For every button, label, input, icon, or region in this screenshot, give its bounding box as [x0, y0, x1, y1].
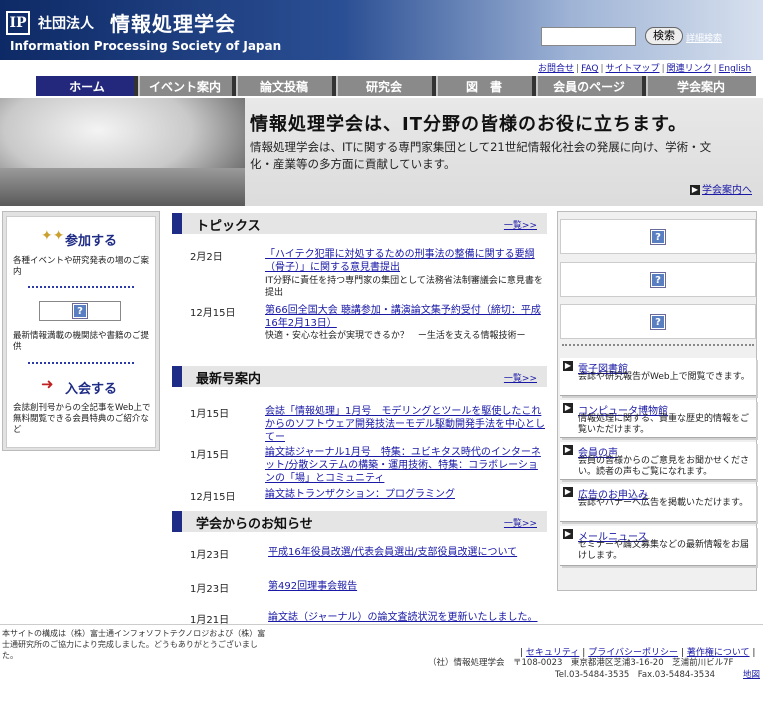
broken-image-icon: ?	[650, 229, 666, 245]
about-link-text[interactable]: 学会案内へ	[702, 185, 752, 196]
topics-header: トピックス 一覧>>	[172, 213, 547, 234]
news-link[interactable]: 平成16年役員改選/代表会員選出/支部役員改選について	[268, 546, 548, 559]
utility-links: お問合せ | FAQ | サイトマップ | 関連リンク | English	[538, 64, 752, 74]
nav-books[interactable]: 図 書	[432, 76, 532, 96]
issue-date: 1月15日	[190, 450, 230, 461]
news-link[interactable]: 論文誌（ジャーナル）の論文査読状況を更新いたしました。	[268, 611, 548, 624]
topic-link[interactable]: 「ハイテク犯罪に対処するための刑事法の整備に関する要綱（骨子）」に関する意見書提…	[265, 248, 545, 274]
latest-issues-all-link[interactable]: 一覧>>	[504, 371, 537, 384]
issue-date: 1月15日	[190, 409, 230, 420]
arrow-icon: ▶	[563, 487, 573, 497]
util-link-sitemap[interactable]: サイトマップ	[606, 64, 660, 74]
publications-description: 最新情報満載の機関誌や書籍のご提供	[13, 331, 150, 352]
right-item-mail-news[interactable]: ▶ メールニュース セミナーや論文募集などの最新情報をお届けします。	[560, 526, 756, 566]
issue-link[interactable]: 会誌「情報処理」1月号 モデリングとツールを駆使したこれからのソフトウェア開発技…	[265, 405, 545, 444]
footer-map-link[interactable]: 地図	[743, 668, 760, 680]
nav-members[interactable]: 会員のページ	[532, 76, 642, 96]
util-link-english[interactable]: English	[719, 64, 752, 74]
right-item-description: 会誌や研究報告がWeb上で閲覧できます。	[578, 372, 750, 382]
arrow-icon: ▶	[563, 445, 573, 455]
divider	[562, 344, 754, 346]
topic-date: 2月2日	[190, 252, 223, 263]
divider	[28, 286, 134, 288]
arrow-icon: ▶	[690, 185, 700, 195]
membership-description: 会誌創刊号からの全記事をWeb上で無料閲覧できる会員特典のご紹介など	[13, 403, 151, 435]
arrow-icon: ▶	[563, 403, 573, 413]
left-banner-image[interactable]: ?	[39, 301, 121, 321]
issue-link[interactable]: 論文誌ジャーナル1月号 特集：ユビキタス時代のインターネット/分散システムの構築…	[265, 446, 545, 485]
nav-events[interactable]: イベント案内	[134, 76, 232, 96]
topic-summary: IT分野に責任を持つ専門家の集団として法務省法制審議会に意見書を提出	[265, 276, 543, 298]
latest-issues-title: 最新号案内	[196, 372, 262, 387]
topics-all-link[interactable]: 一覧>>	[504, 218, 537, 231]
topic-summary: 快適・安心な社会が実現できるか？ ー生活を支える情報技術ー	[265, 331, 526, 341]
footer-credit: 本サイトの構成は（株）富士通インフォソフトテクノロジおよび（株）富士通研究所のご…	[2, 629, 266, 660]
right-banner-image[interactable]: ?	[560, 262, 756, 297]
footer-phone: Tel.03-5484-3535 Fax.03-5484-3534	[555, 670, 716, 680]
broken-image-icon: ?	[650, 314, 666, 330]
news-date: 1月23日	[190, 550, 230, 561]
broken-image-icon: ?	[650, 272, 666, 288]
membership-icon: ➜	[41, 375, 54, 393]
hero-title: 情報処理学会は、IT分野の皆様のお役に立ちます。	[250, 114, 688, 135]
news-all-link[interactable]: 一覧>>	[504, 516, 537, 529]
org-name-en: Information Processing Society of Japan	[10, 39, 282, 53]
join-title[interactable]: 参加する	[65, 230, 117, 249]
hero-sea-image	[0, 168, 245, 206]
news-header: 学会からのお知らせ 一覧>>	[172, 511, 547, 532]
right-item-description: 情報処理に関する、貴重な歴史的情報をご覧いただけます。	[578, 414, 750, 435]
footer-address: （社）情報処理学会 〒108-0023 東京都港区芝浦3-16-20 芝浦前川ビ…	[428, 658, 734, 668]
search-button[interactable]: 検索	[645, 27, 683, 45]
right-item-member-voice[interactable]: ▶ 会員の声 会員の皆様からのご意見をお聞かせください。読者の声もご覧になれます…	[560, 442, 756, 480]
right-banner-image[interactable]: ?	[560, 219, 756, 254]
hero-description: 情報処理学会は、ITに関する専門家集団として21世紀情報化社会の発展に向け、学術…	[250, 140, 712, 171]
nav-submission[interactable]: 論文投稿	[232, 76, 332, 96]
util-link-faq[interactable]: FAQ	[581, 64, 598, 74]
topic-date: 12月15日	[190, 308, 236, 319]
nav-home[interactable]: ホーム	[36, 76, 134, 96]
issue-date: 12月15日	[190, 492, 236, 503]
right-item-digital-library[interactable]: ▶ 電子図書館 会誌や研究報告がWeb上で閲覧できます。	[560, 358, 756, 396]
nav-about[interactable]: 学会案内	[642, 76, 756, 96]
news-date: 1月23日	[190, 584, 230, 595]
org-type: 社団法人	[38, 16, 94, 32]
right-item-advertising[interactable]: ▶ 広告のお申込み 会誌やバナーへ広告を掲載いただけます。	[560, 484, 756, 522]
about-link[interactable]: ▶ 学会案内へ	[690, 181, 752, 196]
advanced-search-link[interactable]: 詳細検索	[686, 31, 722, 44]
latest-issues-header: 最新号案内 一覧>>	[172, 366, 547, 387]
issue-link[interactable]: 論文誌トランザクション：プログラミング	[265, 488, 545, 501]
topic-link[interactable]: 第66回全国大会 聴講参加・講演論文集予約受付（締切：平成16年2月13日）	[265, 304, 545, 330]
util-link-contact[interactable]: お問合せ	[538, 64, 574, 74]
right-item-description: 会員の皆様からのご意見をお聞かせください。読者の声もご覧になれます。	[578, 456, 750, 477]
divider	[28, 362, 134, 364]
nav-sig[interactable]: 研究会	[332, 76, 432, 96]
footer-divider	[0, 624, 763, 625]
join-description: 各種イベントや研究発表の場のご案内	[13, 256, 150, 277]
main-nav: ホーム イベント案内 論文投稿 研究会 図 書 会員のページ 学会案内	[36, 76, 756, 96]
broken-image-icon: ?	[72, 303, 88, 319]
right-item-description: セミナーや論文募集などの最新情報をお届けします。	[578, 540, 750, 561]
arrow-icon: ▶	[563, 361, 573, 371]
membership-title[interactable]: 入会する	[65, 378, 117, 397]
news-link[interactable]: 第492回理事会報告	[268, 580, 548, 593]
right-item-description: 会誌やバナーへ広告を掲載いただけます。	[578, 498, 749, 508]
logo-icon[interactable]: IP	[6, 11, 30, 35]
people-icon: ✦✦	[41, 228, 65, 244]
news-title: 学会からのお知らせ	[196, 517, 313, 532]
util-link-related[interactable]: 関連リンク	[667, 64, 712, 74]
right-item-computer-museum[interactable]: ▶ コンピュータ博物館 情報処理に関する、貴重な歴史的情報をご覧いただけます。	[560, 400, 756, 438]
right-banner-image[interactable]: ?	[560, 304, 756, 339]
topics-title: トピックス	[196, 219, 261, 234]
org-name[interactable]: 情報処理学会	[110, 8, 236, 37]
arrow-icon: ▶	[563, 529, 573, 539]
search-input[interactable]	[541, 27, 636, 46]
